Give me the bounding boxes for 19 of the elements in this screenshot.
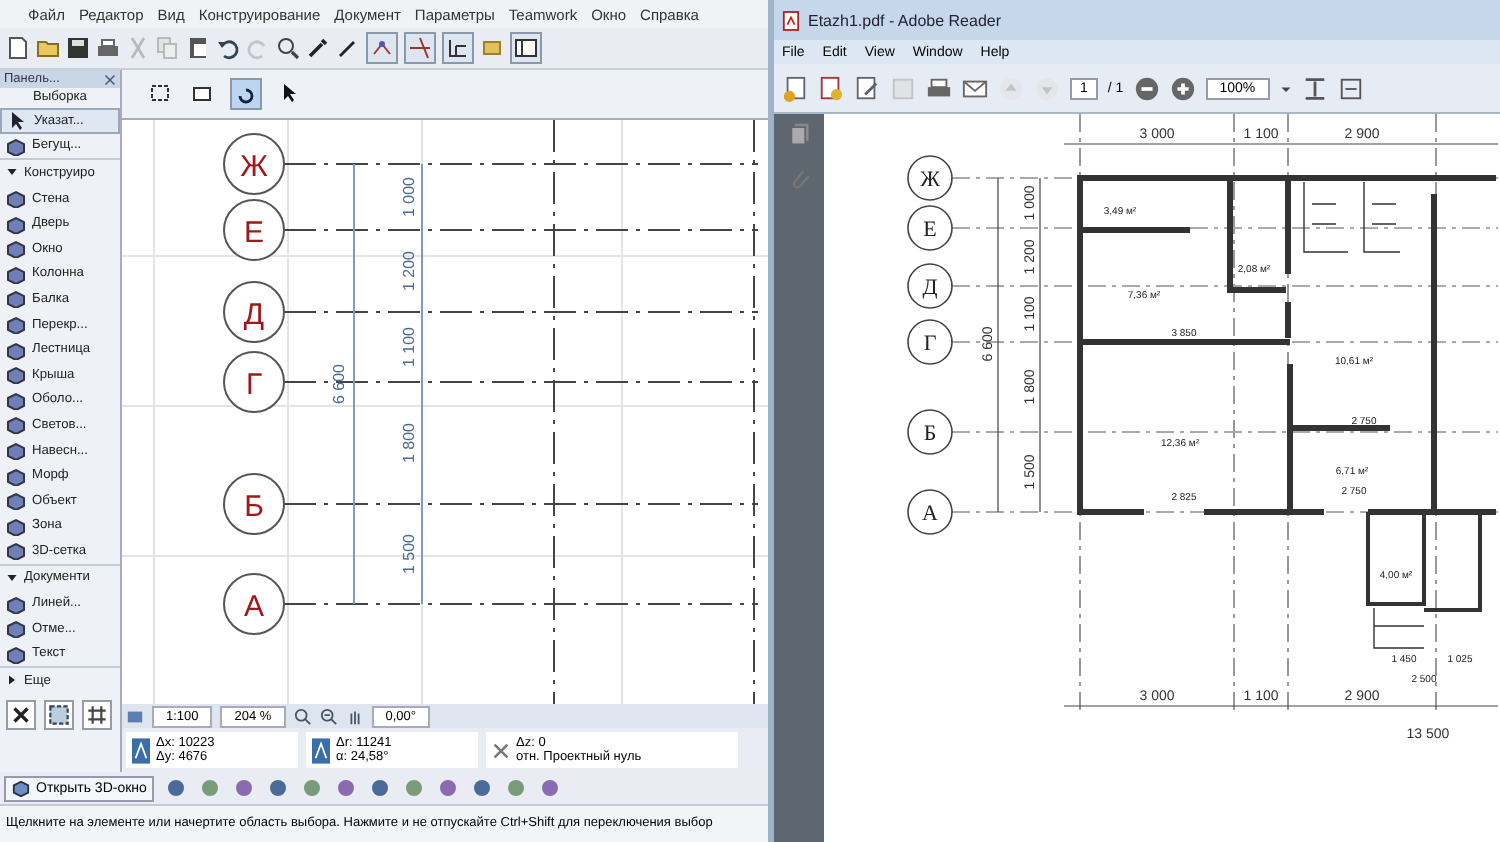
axis-label: Ж [240, 150, 268, 184]
axis-label: Е [244, 216, 264, 250]
axis-label: Г [923, 332, 937, 356]
dimension-label: 6 600 [330, 363, 348, 405]
axis-label: Д [922, 276, 938, 300]
axis-label: Е [923, 218, 937, 242]
axis-label: Б [244, 490, 264, 524]
axis-label: Г [245, 368, 263, 402]
dimension-label: 1 800 [400, 422, 418, 464]
dimension-label: 1 000 [400, 176, 418, 218]
axis-label: А [922, 502, 938, 526]
dimension-label: 1 500 [400, 533, 418, 575]
axis-label: Д [243, 298, 265, 332]
axis-label: Ж [920, 168, 940, 192]
window-title: Etazh1.pdf - Adobe Reader [808, 11, 1002, 29]
dimension-label: 1 200 [400, 250, 418, 292]
dimension-label: 1 100 [400, 326, 418, 368]
axis-label: А [244, 590, 264, 624]
axis-label: Б [923, 422, 937, 446]
